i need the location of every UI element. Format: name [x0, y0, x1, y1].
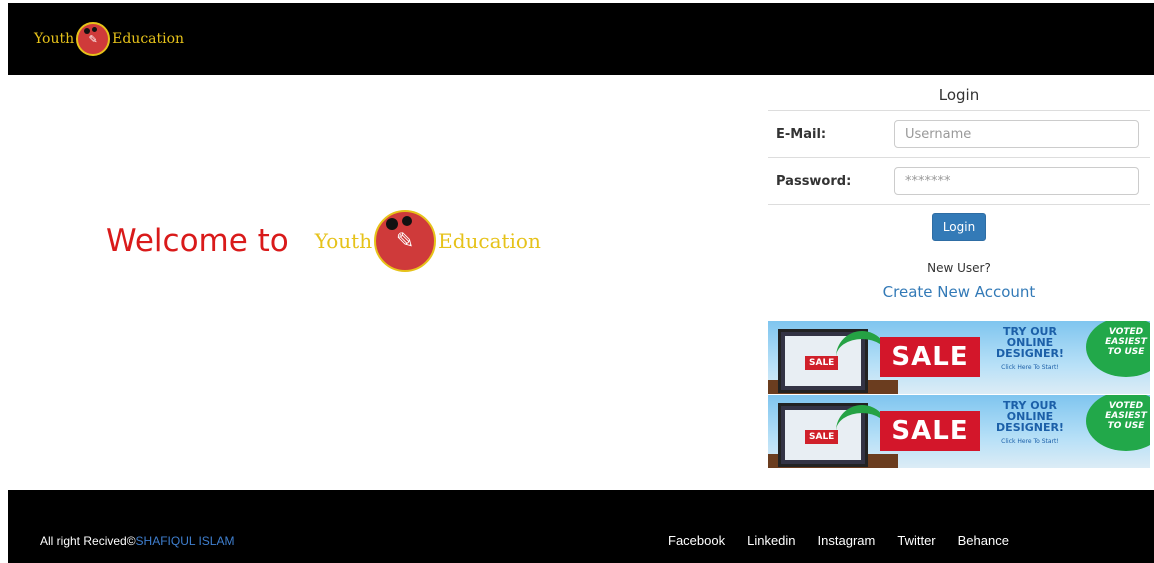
header-brand-left: Youth: [34, 31, 75, 47]
ad-banner-2[interactable]: SALE SALE TRY OUR ONLINE DESIGNER! Click…: [768, 395, 1150, 468]
login-title: Login: [768, 82, 1150, 111]
new-user-text: New User?: [927, 261, 991, 275]
email-input[interactable]: [894, 120, 1139, 148]
header-logo[interactable]: Youth ✎ Education: [34, 22, 184, 56]
welcome-brand-left: Youth: [314, 229, 373, 253]
footer-link-facebook[interactable]: Facebook: [668, 533, 725, 548]
logo-icon: ✎: [76, 22, 111, 56]
sale-banner: SALE: [880, 411, 980, 451]
footer-link-twitter[interactable]: Twitter: [897, 533, 935, 548]
copyright-author[interactable]: SHAFIQUL ISLAM: [136, 534, 235, 548]
copyright-prefix: All right Recived©: [40, 534, 136, 548]
voted-badge: VOTED EASIEST TO USE: [1086, 321, 1150, 377]
voted-badge: VOTED EASIEST TO USE: [1086, 395, 1150, 451]
welcome-logo-icon: ✎: [374, 210, 437, 272]
login-button[interactable]: Login: [931, 213, 987, 241]
sale-banner: SALE: [880, 337, 980, 377]
voted-line-2: EASIEST: [1105, 337, 1147, 347]
try-small-text: Click Here To Start!: [1001, 438, 1059, 445]
welcome-brand-right: Education: [438, 229, 541, 253]
login-button-wrap: Login: [768, 205, 1150, 241]
login-panel: Login E-Mail: Password: Login New User? …: [768, 82, 1150, 301]
ad-banner-1[interactable]: SALE SALE TRY OUR ONLINE DESIGNER! Click…: [768, 321, 1150, 394]
voted-line-1: VOTED: [1108, 327, 1144, 337]
footer-links: Facebook Linkedin Instagram Twitter Beha…: [668, 533, 1031, 548]
footer-bar: All right Recived©SHAFIQUL ISLAM Faceboo…: [8, 490, 1154, 563]
try-designer-text: TRY OUR ONLINE DESIGNER! Click Here To S…: [992, 400, 1068, 447]
voted-line-3: TO USE: [1107, 347, 1145, 357]
create-account-link[interactable]: Create New Account: [768, 283, 1150, 301]
try-designer-text: TRY OUR ONLINE DESIGNER! Click Here To S…: [992, 326, 1068, 373]
try-line-3: DESIGNER!: [996, 421, 1064, 434]
email-label: E-Mail:: [776, 126, 827, 142]
welcome-banner: Welcome to Youth ✎ Education: [106, 210, 541, 272]
email-row: E-Mail:: [768, 111, 1150, 158]
footer-link-linkedin[interactable]: Linkedin: [747, 533, 795, 548]
welcome-text: Welcome to: [106, 223, 289, 259]
voted-line-1: VOTED: [1108, 401, 1144, 411]
footer-link-instagram[interactable]: Instagram: [818, 533, 876, 548]
header-bar: Youth ✎ Education: [8, 3, 1154, 75]
try-small-text: Click Here To Start!: [1001, 364, 1059, 371]
password-row: Password:: [768, 158, 1150, 205]
password-label: Password:: [776, 173, 852, 189]
password-input[interactable]: [894, 167, 1139, 195]
copyright-text: All right Recived©SHAFIQUL ISLAM: [40, 534, 234, 548]
footer-link-behance[interactable]: Behance: [958, 533, 1009, 548]
try-line-3: DESIGNER!: [996, 347, 1064, 360]
voted-line-2: EASIEST: [1105, 411, 1147, 421]
mini-sale-label: SALE: [805, 430, 839, 444]
mini-sale-label: SALE: [805, 356, 839, 370]
header-brand-right: Education: [112, 31, 185, 47]
voted-line-3: TO USE: [1107, 421, 1145, 431]
